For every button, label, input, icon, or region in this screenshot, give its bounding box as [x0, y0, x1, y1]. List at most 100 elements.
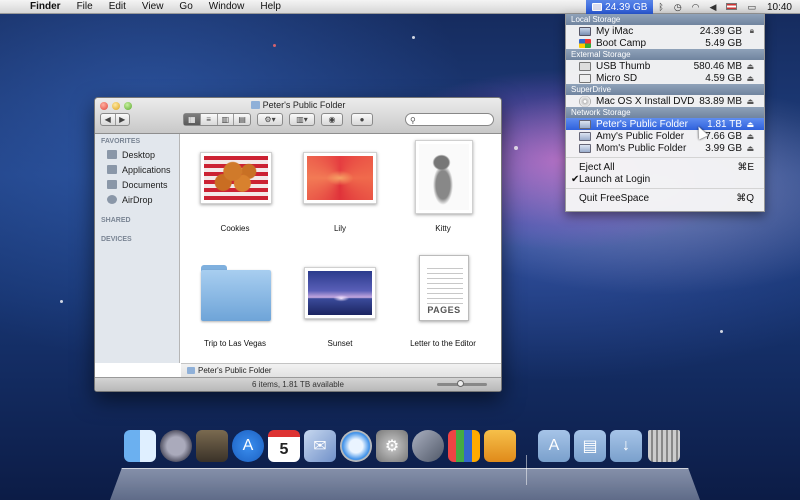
menu-help[interactable]: Help	[252, 1, 289, 12]
eject-icon[interactable]: ⏏	[742, 144, 754, 153]
volume-name: USB Thumb	[596, 60, 651, 72]
volume-row-amys-public-folder[interactable]: Amy's Public Folder 7.66 GB ⏏	[566, 130, 764, 142]
file-item-letter-to-the-editor[interactable]: PAGES Letter to the Editor	[393, 249, 493, 359]
status-text: 6 items, 1.81 TB available	[252, 380, 344, 389]
forward-button[interactable]: ▶	[116, 114, 130, 125]
finder-icon[interactable]	[124, 430, 156, 462]
eject-icon[interactable]: ⏏	[742, 97, 754, 106]
action-menu-button[interactable]: ⚙▾	[257, 113, 283, 126]
freespace-menu-item[interactable]: 24.39 GB	[586, 0, 654, 14]
menu-item-launch-at-login[interactable]: ✔ Launch at Login	[566, 173, 764, 185]
applications-stack-icon[interactable]: A	[538, 430, 570, 462]
volume-row-my-imac[interactable]: My iMac 24.39 GB 🔒︎	[566, 25, 764, 37]
photo-booth-icon[interactable]	[196, 430, 228, 462]
menu-edit[interactable]: Edit	[101, 1, 134, 12]
dock-separator	[526, 455, 527, 485]
menu-view[interactable]: View	[134, 1, 172, 12]
menu-go[interactable]: Go	[171, 1, 200, 12]
sidebar-item-desktop[interactable]: Desktop	[95, 147, 179, 162]
desktop-icon	[107, 150, 117, 159]
volume-row-install-dvd[interactable]: Mac OS X Install DVD 83.89 MB ⏏	[566, 95, 764, 107]
documents-stack-icon[interactable]: ▤	[574, 430, 606, 462]
menu-separator	[566, 157, 764, 158]
menu-item-eject-all[interactable]: Eject All ⌘E	[566, 161, 764, 173]
wifi-icon[interactable]: ◠	[687, 2, 705, 13]
volume-name: Micro SD	[596, 72, 638, 84]
file-name: Kitty	[435, 224, 451, 233]
file-item-kitty[interactable]: Kitty	[393, 134, 493, 244]
finder-sidebar: FAVORITES Desktop Applications Documents…	[95, 134, 180, 363]
script-editor-icon[interactable]	[412, 430, 444, 462]
quick-look-button[interactable]: ◉	[321, 113, 343, 126]
menubar-clock[interactable]: 10:40	[761, 2, 800, 13]
battery-icon[interactable]: ▭	[742, 2, 761, 13]
bootcamp-icon	[579, 38, 591, 48]
window-titlebar[interactable]: Peter's Public Folder ◀ ▶ ▦ ≡ ▥ ▤ ⚙▾ ▥▾ …	[95, 98, 501, 134]
menu-window[interactable]: Window	[201, 1, 253, 12]
safari-icon[interactable]	[340, 430, 372, 462]
downloads-stack-icon[interactable]: ↓	[610, 430, 642, 462]
sidebar-item-applications[interactable]: Applications	[95, 162, 179, 177]
eject-icon[interactable]: ⏏	[742, 132, 754, 141]
volume-icon[interactable]: ◀	[705, 2, 722, 13]
file-item-trip-to-las-vegas[interactable]: Trip to Las Vegas	[185, 249, 285, 359]
search-input[interactable]: ⚲	[405, 113, 494, 126]
finder-window: Peter's Public Folder ◀ ▶ ▦ ≡ ▥ ▤ ⚙▾ ▥▾ …	[94, 97, 502, 392]
volume-row-moms-public-folder[interactable]: Mom's Public Folder 3.99 GB ⏏	[566, 142, 764, 154]
eject-icon[interactable]: ⏏	[742, 74, 754, 83]
path-bar: Peter's Public Folder	[181, 363, 501, 377]
volume-size: 5.49 GB	[705, 37, 742, 49]
app-store-icon[interactable]: A	[232, 430, 264, 462]
column-view-button[interactable]: ▥	[218, 114, 235, 125]
menu-app-name[interactable]: Finder	[26, 1, 69, 12]
share-button[interactable]: ●	[351, 113, 373, 126]
sidebar-item-documents[interactable]: Documents	[95, 177, 179, 192]
time-machine-icon[interactable]: ◷	[669, 2, 687, 13]
pages-icon[interactable]	[484, 430, 516, 462]
file-name: Sunset	[327, 339, 353, 348]
menu-file[interactable]: File	[69, 1, 101, 12]
mail-icon[interactable]: ✉	[304, 430, 336, 462]
eject-icon[interactable]: ⏏	[742, 120, 754, 129]
calendar-day: 5	[279, 440, 289, 458]
file-item-cookies[interactable]: Cookies	[185, 134, 285, 244]
back-button[interactable]: ◀	[101, 114, 116, 125]
keynote-icon[interactable]	[448, 430, 480, 462]
section-header-superdrive: SuperDrive	[566, 84, 764, 95]
freespace-dropdown: Local Storage My iMac 24.39 GB 🔒︎ Boot C…	[565, 14, 765, 212]
cover-flow-button[interactable]: ▤	[234, 114, 250, 125]
launchpad-icon[interactable]	[160, 430, 192, 462]
file-item-lily[interactable]: Lily	[290, 134, 390, 244]
arrange-button[interactable]: ▥▾	[289, 113, 315, 126]
applications-icon	[107, 165, 117, 174]
file-item-sunset[interactable]: Sunset	[290, 249, 390, 359]
section-header-external-storage: External Storage	[566, 49, 764, 60]
star	[412, 36, 415, 39]
list-view-button[interactable]: ≡	[201, 114, 218, 125]
volume-row-usb-thumb[interactable]: USB Thumb 580.46 MB ⏏	[566, 60, 764, 72]
lily-thumbnail	[303, 152, 377, 204]
volume-row-peters-public-folder[interactable]: Peter's Public Folder 1.81 TB ⏏	[566, 118, 764, 130]
lock-icon: 🔒︎	[749, 26, 754, 35]
volume-row-boot-camp[interactable]: Boot Camp 5.49 GB	[566, 37, 764, 49]
slider-knob[interactable]	[457, 380, 464, 387]
icon-view-button[interactable]: ▦	[184, 114, 201, 125]
share-icon: ●	[359, 115, 365, 124]
path-bar-item[interactable]: Peter's Public Folder	[198, 366, 272, 375]
input-flag-icon[interactable]	[721, 2, 742, 12]
documents-icon	[107, 180, 117, 189]
bluetooth-icon[interactable]: ᛒ	[653, 2, 668, 12]
dvd-icon	[579, 95, 591, 107]
eject-icon[interactable]: ⏏	[742, 62, 754, 71]
sd-card-icon	[579, 73, 591, 83]
system-preferences-icon[interactable]: ⚙	[376, 430, 408, 462]
star	[60, 300, 63, 303]
calendar-icon[interactable]: 5	[268, 430, 300, 462]
volume-row-micro-sd[interactable]: Micro SD 4.59 GB ⏏	[566, 72, 764, 84]
icon-size-slider[interactable]	[437, 380, 487, 387]
sidebar-item-airdrop[interactable]: AirDrop	[95, 192, 179, 207]
section-header-network-storage: Network Storage	[566, 107, 764, 118]
trash-icon[interactable]	[648, 430, 680, 462]
volume-name: Mom's Public Folder	[596, 142, 687, 154]
menu-item-quit-freespace[interactable]: Quit FreeSpace ⌘Q	[566, 192, 764, 204]
